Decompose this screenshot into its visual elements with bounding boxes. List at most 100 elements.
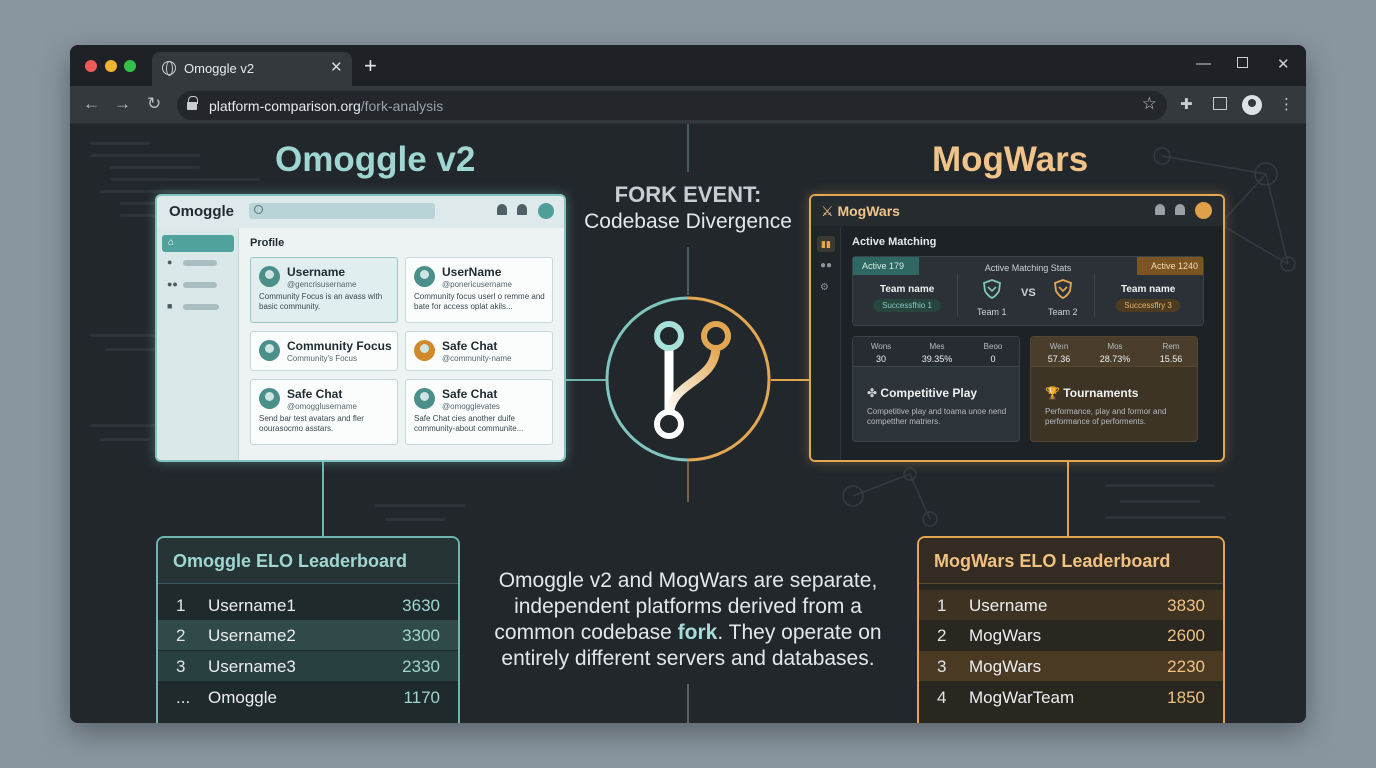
card-handle: @community-name [442, 354, 512, 363]
star-icon[interactable]: ☆ [1142, 94, 1157, 114]
lock-icon [187, 96, 198, 110]
card-name: Username [287, 265, 346, 279]
connector-line [771, 379, 809, 381]
close-window-icon[interactable]: ✕ [1277, 55, 1290, 73]
avatar [414, 388, 435, 409]
active-matching-stats: Active 179 Active 1240 Active Matching S… [852, 256, 1204, 326]
browser-window: Omoggle v2 ✕ + — ✕ ← → ↻ platform-compar… [70, 45, 1306, 723]
leaderboard-row[interactable]: 1 Username1 3630 [158, 590, 458, 620]
users-icon[interactable]: ●● [820, 260, 832, 271]
minimize-window-button[interactable] [105, 60, 117, 72]
profile-icon[interactable] [1242, 95, 1262, 115]
fork-event-subtitle: Codebase Divergence [584, 210, 792, 233]
card-handle: @gencrisusername [287, 280, 357, 289]
bell-icon[interactable] [497, 204, 507, 215]
profile-card[interactable]: Safe Chat @omogglevates Safe Chat cies a… [405, 379, 553, 445]
section-title: Active Matching [852, 236, 937, 248]
profile-card[interactable]: Username @gencrisusername Community Focu… [250, 257, 398, 323]
status-badge: Active 1240 [1137, 257, 1203, 275]
tab-omoggle[interactable]: Omoggle v2 ✕ [152, 52, 352, 86]
url-text[interactable]: platform-comparison.org/fork-analysis [209, 98, 443, 114]
avatar [414, 266, 435, 287]
card-description: Safe Chat cies another duife community-a… [414, 414, 524, 433]
leaderboard-row[interactable]: 2 Username2 3300 [158, 620, 458, 650]
avatar [259, 266, 280, 287]
profile-card[interactable]: Safe Chat @omogglusername Send bar test … [250, 379, 398, 445]
team-name-left: Team name [880, 284, 935, 295]
leaderboard-header: MogWars ELO Leaderboard [919, 538, 1223, 584]
connector-line [1067, 462, 1069, 536]
card-handle: Community's Focus [287, 354, 357, 363]
leaderboard-row[interactable]: ... Omoggle 1170 [158, 682, 458, 712]
avatar [259, 388, 280, 409]
leaderboard-row[interactable]: 3 Username3 2330 [158, 651, 458, 681]
card-name: Safe Chat [442, 339, 498, 353]
chart-icon[interactable]: ▮▮ [817, 236, 835, 252]
omoggle-search-input[interactable] [249, 203, 435, 219]
vs-label: VS [1021, 287, 1036, 299]
tab-title: Omoggle v2 [184, 61, 255, 76]
description-text: Omoggle v2 and MogWars are separate, ind… [494, 569, 882, 670]
mogwars-heading: MogWars [932, 140, 1089, 179]
leaderboard-row[interactable]: 2 MogWars 2600 [919, 620, 1223, 650]
mogwars-logo: ⚔ MogWars [821, 203, 900, 219]
browser-toolbar: ← → ↻ platform-comparison.org/fork-analy… [70, 86, 1306, 124]
team-1-label: Team 1 [977, 307, 1007, 317]
stats-title: Active Matching Stats [984, 263, 1072, 273]
card-description: Send bar test avatars and fler oourasocm… [259, 414, 364, 433]
leaderboard-title: Omoggle ELO Leaderboard [173, 551, 408, 571]
trophy-icon: 🏆 [1045, 386, 1060, 400]
kebab-menu-icon[interactable]: ⋮ [1279, 95, 1294, 113]
profile-card[interactable]: Safe Chat @community-name [405, 331, 553, 371]
puzzle-icon[interactable]: ✚ [1180, 95, 1193, 113]
omoggle-sidebar: ⌂ ● ●● ■ [157, 228, 239, 460]
chat-icon: ■ [167, 301, 173, 311]
leaderboard-row[interactable]: 1 Username 3830 [919, 590, 1223, 620]
sidebar-item-home[interactable]: ⌂ [162, 235, 234, 252]
competitive-play-card[interactable]: Wons 30 Mes 39.35% Beoo 0 ✤ Competitive Pla… [852, 336, 1020, 442]
profile-card[interactable]: UserName @ponericusername Community focu… [405, 257, 553, 323]
address-bar[interactable]: platform-comparison.org/fork-analysis ☆ [177, 91, 1167, 120]
omoggle-logo: Omoggle [169, 203, 235, 220]
card-description: Performance, play and formor and perform… [1045, 407, 1167, 426]
section-title: Profile [250, 237, 285, 249]
card-handle: @omogglusername [287, 402, 357, 411]
globe-icon [162, 61, 176, 76]
mogwars-topbar: ⚔ MogWars [811, 196, 1223, 226]
close-window-button[interactable] [85, 60, 97, 72]
maximize-icon[interactable] [1237, 57, 1248, 68]
mogwars-app-preview: ⚔ MogWars ▮▮ ●● ⚙ Active Matching Active… [809, 194, 1225, 462]
swords-icon: ⚔ [821, 203, 834, 219]
avatar[interactable] [538, 203, 554, 219]
card-name: Community Focus [287, 339, 392, 353]
tournaments-card[interactable]: Weın 57.36 Mos 28.73% Rem 15.56 🏆 Tournamen… [1030, 336, 1198, 442]
leaderboard-row[interactable]: 3 MogWars 2230 [919, 651, 1223, 681]
gear-icon[interactable]: ⚙ [820, 282, 829, 293]
shield-icon [983, 279, 1001, 299]
tab-bar: Omoggle v2 ✕ + — ✕ [70, 45, 1306, 86]
reload-icon[interactable]: ↻ [147, 94, 161, 114]
omoggle-app-preview: Omoggle ⌂ ● ●● ■ Profile Username @gencr… [155, 194, 566, 462]
fork-branch-icon [605, 296, 771, 462]
card-name: Safe Chat [287, 387, 343, 401]
close-icon[interactable]: ✕ [330, 58, 343, 76]
users-icon: ●● [167, 279, 178, 289]
avatar[interactable] [1195, 202, 1212, 219]
connector-line [687, 124, 689, 172]
card-title: 🏆 Tournaments [1045, 386, 1139, 400]
zoom-window-button[interactable] [124, 60, 136, 72]
sidepanel-icon[interactable] [1213, 97, 1227, 110]
back-icon[interactable]: ← [83, 94, 100, 114]
bell-icon[interactable] [1155, 204, 1165, 215]
minimize-icon[interactable]: — [1196, 55, 1211, 72]
connector-line [322, 462, 324, 536]
forward-icon[interactable]: → [114, 94, 131, 114]
bell-icon[interactable] [517, 204, 527, 215]
leaderboard-row[interactable]: 4 MogWarTeam 1850 [919, 682, 1223, 712]
omoggle-leaderboard: Omoggle ELO Leaderboard 1 Username1 3630… [156, 536, 460, 723]
leaderboard-header: Omoggle ELO Leaderboard [158, 538, 458, 584]
bell-icon[interactable] [1175, 204, 1185, 215]
plus-icon[interactable]: + [364, 53, 377, 79]
profile-card[interactable]: Community Focus Community's Focus [250, 331, 398, 371]
card-name: UserName [442, 265, 502, 279]
